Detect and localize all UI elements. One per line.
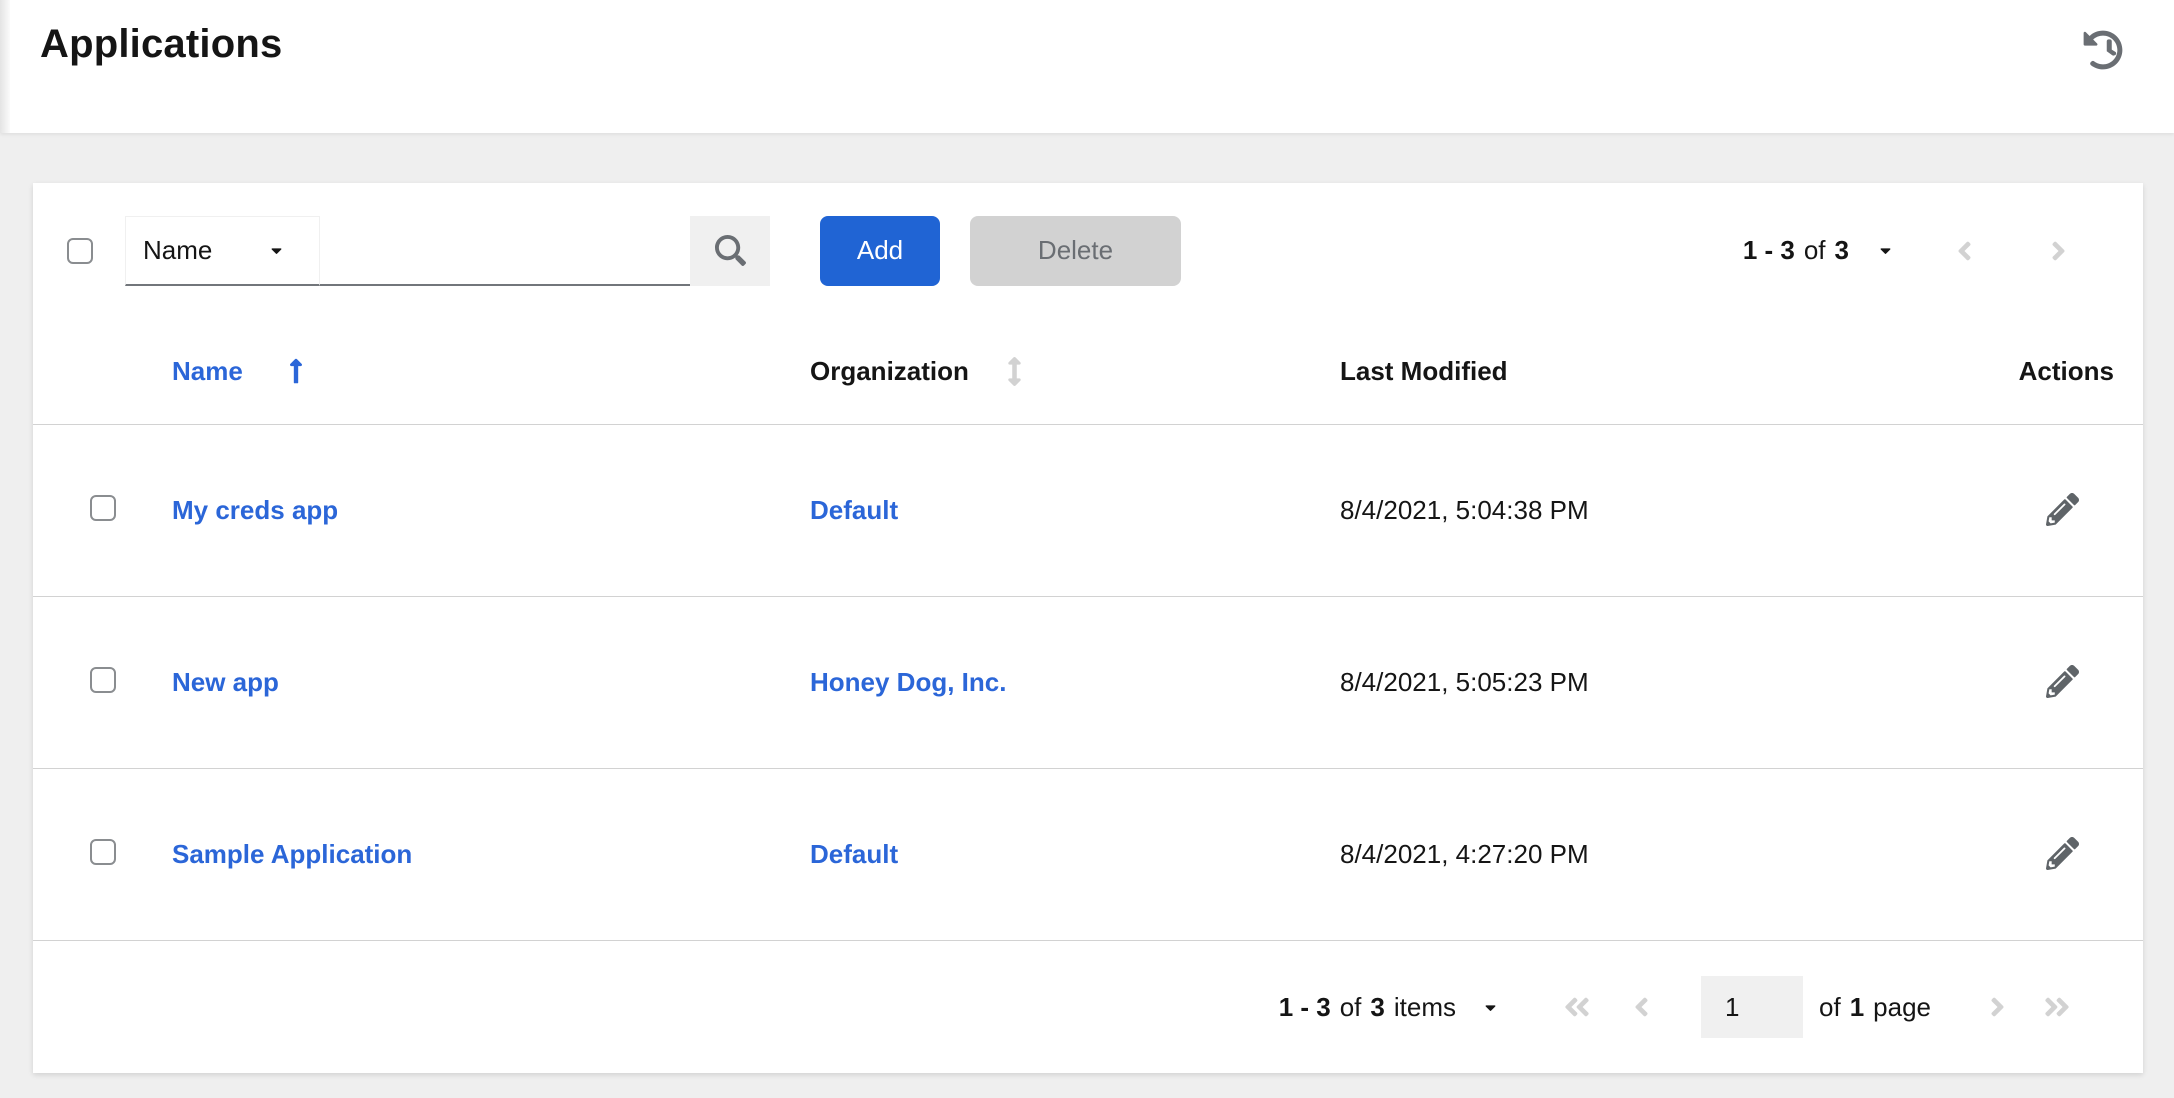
angle-double-left-icon: [1562, 992, 1592, 1022]
search-icon: [715, 235, 746, 266]
row-checkbox[interactable]: [90, 667, 116, 693]
angle-right-icon: [1989, 992, 2006, 1022]
caret-down-icon: [268, 242, 285, 259]
row-checkbox-cell: [33, 667, 172, 698]
table-row: My creds app Default 8/4/2021, 5:04:38 P…: [33, 425, 2143, 597]
pencil-icon: [2046, 837, 2079, 870]
sort-ascending-icon: [288, 357, 304, 385]
column-header-last-modified: Last Modified: [1340, 356, 1900, 387]
applications-list-card: Name Add Delete 1 - 3 of 3: [33, 183, 2143, 1073]
edit-button[interactable]: [2042, 833, 2083, 877]
angle-left-icon: [1633, 992, 1650, 1022]
row-name-cell: Sample Application: [172, 839, 810, 870]
table-row: Sample Application Default 8/4/2021, 4:2…: [33, 769, 2143, 941]
table-row: New app Honey Dog, Inc. 8/4/2021, 5:05:2…: [33, 597, 2143, 769]
items-total: 3: [1370, 992, 1384, 1023]
angle-double-right-icon: [2042, 992, 2072, 1022]
caret-down-icon: [1877, 242, 1894, 259]
select-all-checkbox[interactable]: [67, 238, 93, 264]
previous-page-button[interactable]: [1619, 985, 1663, 1029]
edit-button[interactable]: [2042, 489, 2083, 533]
row-last-modified-cell: 8/4/2021, 4:27:20 PM: [1340, 839, 1900, 870]
row-last-modified-cell: 8/4/2021, 5:05:23 PM: [1340, 667, 1900, 698]
pagination-total: 3: [1835, 235, 1849, 266]
row-checkbox[interactable]: [90, 495, 116, 521]
page-count-text: of 1 page: [1819, 992, 1931, 1023]
per-page-dropdown-button[interactable]: [1877, 242, 1894, 259]
applications-page: Applications Name Add: [0, 0, 2174, 1098]
previous-page-button-top[interactable]: [1942, 229, 1986, 273]
column-header-name-label: Name: [172, 356, 243, 387]
toolbar: Name Add Delete 1 - 3 of 3: [33, 183, 2143, 318]
last-modified-value: 8/4/2021, 4:27:20 PM: [1340, 839, 1589, 869]
caret-down-icon: [1482, 999, 1499, 1016]
table-body: My creds app Default 8/4/2021, 5:04:38 P…: [33, 425, 2143, 941]
sort-both-directions-icon: [1007, 357, 1022, 386]
row-checkbox-cell: [33, 495, 172, 526]
edit-button[interactable]: [2042, 661, 2083, 705]
add-button[interactable]: Add: [820, 216, 940, 286]
header-edge-decoration: [0, 0, 10, 133]
row-organization-cell: Honey Dog, Inc.: [810, 667, 1340, 698]
filter-key-dropdown[interactable]: Name: [125, 216, 320, 286]
current-page-input[interactable]: [1701, 976, 1803, 1038]
pagination-bottom-summary: 1 - 3 of 3 items: [1279, 992, 1456, 1023]
page-of-word: of: [1819, 992, 1841, 1023]
row-name-cell: New app: [172, 667, 810, 698]
items-of: of: [1340, 992, 1362, 1023]
next-page-button-top[interactable]: [2036, 229, 2080, 273]
filter-key-label: Name: [143, 235, 212, 266]
pagination-top-summary: 1 - 3 of 3: [1743, 235, 1849, 266]
column-header-name[interactable]: Name: [172, 356, 810, 387]
next-page-button[interactable]: [1975, 985, 2019, 1029]
column-header-organization[interactable]: Organization: [810, 356, 1340, 387]
pagination-top: 1 - 3 of 3: [1743, 229, 2080, 273]
search-filter-group: Name: [125, 216, 770, 286]
row-actions-cell: [1900, 661, 2143, 705]
row-name-cell: My creds app: [172, 495, 810, 526]
search-button[interactable]: [690, 216, 770, 286]
angle-right-icon: [2050, 236, 2067, 266]
last-page-button[interactable]: [2035, 985, 2079, 1029]
last-modified-value: 8/4/2021, 5:04:38 PM: [1340, 495, 1589, 525]
organization-link[interactable]: Default: [810, 495, 898, 525]
first-page-button[interactable]: [1555, 985, 1599, 1029]
column-header-organization-label: Organization: [810, 356, 969, 387]
row-actions-cell: [1900, 489, 2143, 533]
last-modified-value: 8/4/2021, 5:05:23 PM: [1340, 667, 1589, 697]
page-header: Applications: [0, 0, 2174, 133]
row-organization-cell: Default: [810, 839, 1340, 870]
pencil-icon: [2046, 665, 2079, 698]
items-word: items: [1394, 992, 1456, 1023]
search-input[interactable]: [320, 216, 690, 286]
items-range: 1 - 3: [1279, 992, 1331, 1023]
row-checkbox[interactable]: [90, 839, 116, 865]
angle-left-icon: [1956, 236, 1973, 266]
organization-link[interactable]: Default: [810, 839, 898, 869]
application-name-link[interactable]: Sample Application: [172, 839, 412, 869]
delete-button[interactable]: Delete: [970, 216, 1181, 286]
page-title: Applications: [40, 22, 282, 67]
row-checkbox-cell: [33, 839, 172, 870]
page-word: page: [1873, 992, 1931, 1023]
history-button[interactable]: [2082, 30, 2124, 72]
row-actions-cell: [1900, 833, 2143, 877]
table-header-row: Name Organization Last Modified Actions: [33, 318, 2143, 425]
pagination-of: of: [1804, 235, 1826, 266]
items-per-page-dropdown-button[interactable]: [1482, 999, 1499, 1016]
pagination-range: 1 - 3: [1743, 235, 1795, 266]
pencil-icon: [2046, 493, 2079, 526]
application-name-link[interactable]: My creds app: [172, 495, 338, 525]
row-last-modified-cell: 8/4/2021, 5:04:38 PM: [1340, 495, 1900, 526]
organization-link[interactable]: Honey Dog, Inc.: [810, 667, 1006, 697]
history-icon: [2083, 30, 2123, 70]
pagination-bottom: 1 - 3 of 3 items of 1 page: [33, 941, 2143, 1073]
row-organization-cell: Default: [810, 495, 1340, 526]
application-name-link[interactable]: New app: [172, 667, 279, 697]
page-total: 1: [1850, 992, 1864, 1023]
column-header-actions: Actions: [1900, 356, 2143, 387]
